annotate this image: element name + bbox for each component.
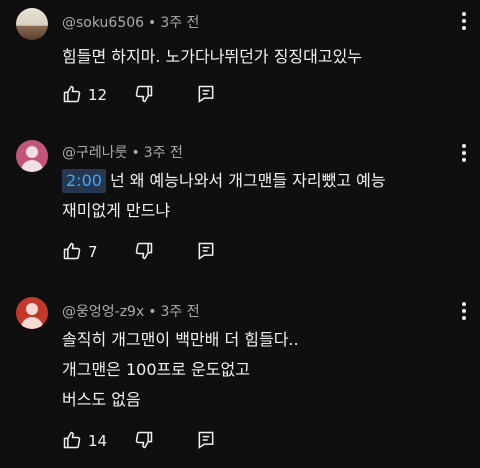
comment-meta: @soku6506 • 3주 전 [62,12,199,32]
author-name[interactable]: @soku6506 [62,15,144,31]
comment-meta: @웅엉엉-z9x • 3주 전 [62,301,200,321]
thumbs-down-icon [135,431,153,449]
reply-button[interactable] [196,241,216,263]
separator-dot: • [131,145,140,161]
more-vert-icon[interactable] [462,12,466,33]
comment-line-text: 넌 왜 예능나와서 개그맨들 자리뺐고 예능 [109,171,386,190]
comment-actions: 14 [62,430,262,452]
like-button[interactable] [62,241,82,263]
comment-text: 힘들면 하지마. 노가다나뛰던가 징징대고있누 [62,42,472,72]
separator-dot: • [148,304,157,320]
timestamp-link[interactable]: 2:00 [62,169,106,193]
like-count: 12 [88,86,108,104]
comment-actions: 7 [62,241,262,263]
thumbs-up-icon [63,242,81,260]
comment-line: 2:00 넌 왜 예능나와서 개그맨들 자리뺐고 예능 [62,166,472,196]
avatar[interactable] [16,8,48,40]
comment-line: 버스도 없음 [62,390,141,409]
comment-time: 3주 전 [160,304,200,320]
separator-dot: • [148,15,157,31]
comment-line: 힘들면 하지마. 노가다나뛰던가 징징대고있누 [62,47,363,66]
reply-icon [198,431,214,449]
like-button[interactable] [62,430,82,452]
comment-actions: 12 [62,84,262,106]
more-vert-icon[interactable] [462,302,466,323]
avatar[interactable] [16,140,48,172]
reply-button[interactable] [196,430,216,452]
comment-line: 개그맨은 100프로 운도없고 [62,360,250,379]
reply-icon [198,85,214,103]
thumbs-down-icon [135,85,153,103]
comment-line: 솔직히 개그맨이 백만배 더 힘들다.. [62,330,299,349]
thumbs-up-icon [63,85,81,103]
comment-time: 3주 전 [160,15,200,31]
thumbs-down-icon [135,242,153,260]
comment-line: 재미없게 만드냐 [62,201,171,220]
author-name[interactable]: @구레나룻 [62,145,128,161]
comment-text: 솔직히 개그맨이 백만배 더 힘들다.. 개그맨은 100프로 운도없고 버스도… [62,325,472,415]
dislike-button[interactable] [134,241,154,263]
thumbs-up-icon [63,431,81,449]
comment-meta: @구레나룻 • 3주 전 [62,142,183,162]
author-name[interactable]: @웅엉엉-z9x [62,304,144,320]
like-count: 14 [88,432,108,450]
dislike-button[interactable] [134,430,154,452]
reply-icon [198,242,214,260]
like-count: 7 [88,243,98,261]
reply-button[interactable] [196,84,216,106]
avatar[interactable] [16,297,48,329]
more-vert-icon[interactable] [462,144,466,165]
comment-time: 3주 전 [143,145,183,161]
like-button[interactable] [62,84,82,106]
dislike-button[interactable] [134,84,154,106]
comment-text: 2:00 넌 왜 예능나와서 개그맨들 자리뺐고 예능 재미없게 만드냐 [62,166,472,226]
